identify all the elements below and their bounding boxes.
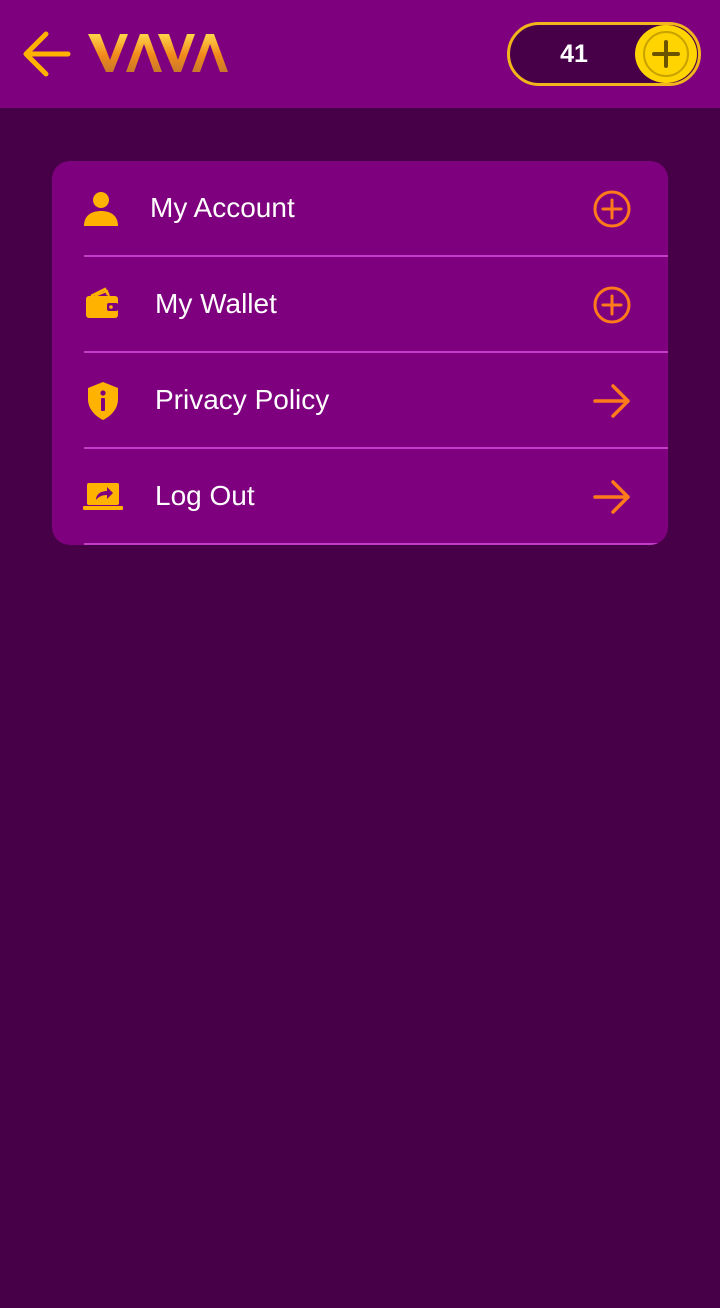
arrow-right-icon <box>593 384 630 418</box>
laptop-share-icon <box>83 483 123 510</box>
coin-balance-pill: 41 <box>507 22 701 86</box>
menu-item-log-out[interactable]: Log Out <box>52 449 668 545</box>
wallet-icon <box>86 287 118 318</box>
coin-balance: 41 <box>560 40 588 68</box>
menu-item-label: Privacy Policy <box>155 384 330 415</box>
menu-item-privacy-policy[interactable]: Privacy Policy <box>52 353 668 449</box>
menu-item-label: Log Out <box>155 480 255 511</box>
top-app-bar: 41 <box>0 0 720 108</box>
menu-item-my-account[interactable]: My Account <box>52 161 668 257</box>
menu-item-my-wallet[interactable]: My Wallet <box>52 257 668 353</box>
arrow-right-icon <box>593 480 630 514</box>
plus-circle-icon <box>593 286 631 324</box>
account-menu-card: My Account My Wallet Privacy Policy Log … <box>52 161 668 545</box>
plus-icon <box>643 31 689 77</box>
menu-item-label: My Account <box>150 192 295 223</box>
divider <box>84 543 668 545</box>
shield-info-icon <box>88 382 118 420</box>
arrow-left-icon <box>23 31 71 77</box>
add-coins-button[interactable] <box>635 25 697 83</box>
back-button[interactable] <box>18 28 74 80</box>
vava-logo <box>86 30 230 76</box>
plus-circle-icon <box>593 190 631 228</box>
menu-item-label: My Wallet <box>155 288 277 319</box>
person-icon <box>84 192 118 226</box>
